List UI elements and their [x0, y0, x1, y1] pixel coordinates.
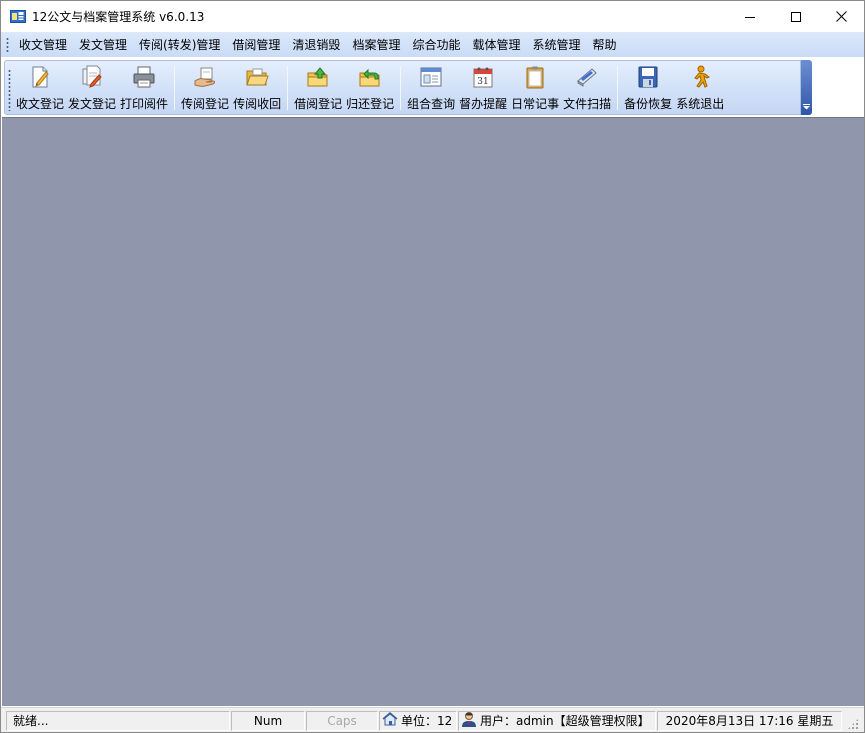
- menu-help[interactable]: 帮助: [587, 34, 623, 56]
- menu-bar: 收文管理 发文管理 传阅(转发)管理 借阅管理 清退销毁 档案管理 综合功能 载…: [1, 32, 864, 57]
- workspace-area[interactable]: [2, 117, 864, 706]
- system-exit-button[interactable]: 系统退出: [674, 61, 726, 114]
- title-bar[interactable]: 12公文与档案管理系统 v6.0.13: [1, 1, 864, 32]
- printer-icon: [133, 66, 155, 88]
- system-exit-label: 系统退出: [676, 97, 725, 111]
- toolbar-separator: [174, 66, 176, 110]
- circulate-recall-button[interactable]: 传阅收回: [231, 61, 283, 114]
- menu-return-destroy[interactable]: 清退销毁: [286, 34, 346, 56]
- toolbar-separator: [400, 66, 402, 110]
- toolbar-separator: [617, 66, 619, 110]
- user-icon: [461, 711, 477, 732]
- menu-send-docs[interactable]: 发文管理: [73, 34, 133, 56]
- maximize-button[interactable]: [773, 1, 819, 32]
- status-datetime-text: 2020年8月13日 17:16 星期五: [665, 714, 834, 728]
- borrow-register-button[interactable]: 借阅登记: [292, 61, 344, 114]
- folder-out-icon: [307, 67, 328, 87]
- return-register-label: 归还登记: [346, 97, 395, 111]
- toolbar-strip: 收文登记 发文登记 打印阅件 传阅登记 传阅收回 借阅登记 归还登记 组合查询 …: [1, 57, 864, 117]
- calendar-icon: 31: [473, 67, 493, 88]
- status-datetime: 2020年8月13日 17:16 星期五: [657, 711, 842, 731]
- close-button[interactable]: [818, 1, 864, 32]
- menu-integrated[interactable]: 综合功能: [406, 34, 466, 56]
- toolbar-grip[interactable]: [8, 69, 11, 111]
- toolbar-separator: [287, 66, 289, 110]
- backup-restore-button[interactable]: 备份恢复: [622, 61, 674, 114]
- print-document-label: 打印阅件: [120, 97, 169, 111]
- menubar-grip[interactable]: [6, 36, 9, 53]
- maximize-icon: [791, 11, 801, 22]
- menu-borrowing[interactable]: 借阅管理: [226, 34, 286, 56]
- folder-return-icon: [359, 68, 380, 87]
- clipboard-icon: [526, 66, 544, 89]
- chevron-down-icon: [803, 104, 810, 110]
- return-register-button[interactable]: 归还登记: [344, 61, 396, 114]
- main-window: 12公文与档案管理系统 v6.0.13 收文管理 发文管理 传阅(转发)管理 借…: [0, 0, 865, 733]
- status-caps: Caps: [306, 711, 378, 731]
- edit-documents-icon: [82, 65, 102, 88]
- status-bar: 就绪... Num Caps 单位：12 用户：admin【超级管理权限】 20…: [1, 707, 864, 732]
- scanner-icon: [577, 68, 597, 87]
- receive-register-button[interactable]: 收文登记: [14, 61, 66, 114]
- app-icon: [10, 9, 26, 24]
- hand-document-icon: [194, 67, 216, 87]
- window-search-icon: [420, 67, 442, 87]
- toolbar-overflow-button[interactable]: [801, 60, 812, 115]
- menu-receive-docs[interactable]: 收文管理: [13, 34, 73, 56]
- close-icon: [835, 11, 847, 22]
- supervision-reminder-label: 督办提醒: [459, 97, 508, 111]
- circulate-register-label: 传阅登记: [181, 97, 230, 111]
- menu-system[interactable]: 系统管理: [526, 34, 586, 56]
- menu-archives[interactable]: 档案管理: [346, 34, 406, 56]
- running-man-icon: [694, 65, 711, 88]
- daily-notes-button[interactable]: 日常记事: [509, 61, 561, 114]
- floppy-disk-icon: [638, 66, 658, 88]
- send-register-label: 发文登记: [68, 97, 117, 111]
- toolbar: 收文登记 发文登记 打印阅件 传阅登记 传阅收回 借阅登记 归还登记 组合查询 …: [4, 60, 801, 115]
- status-user-text: 用户：admin【超级管理权限】: [480, 714, 650, 728]
- circulate-register-button[interactable]: 传阅登记: [179, 61, 231, 114]
- house-icon: [382, 711, 398, 731]
- menu-media[interactable]: 载体管理: [466, 34, 526, 56]
- borrow-register-label: 借阅登记: [294, 97, 343, 111]
- daily-notes-label: 日常记事: [511, 97, 560, 111]
- pencil-document-icon: [32, 66, 49, 88]
- status-unit-text: 单位：12: [401, 714, 453, 728]
- minimize-icon: [745, 16, 755, 18]
- resize-grip[interactable]: [847, 718, 859, 730]
- file-scan-label: 文件扫描: [563, 97, 612, 111]
- svg-text:31: 31: [477, 77, 488, 87]
- open-folder-icon: [246, 68, 269, 86]
- status-num: Num: [231, 711, 305, 731]
- print-document-button[interactable]: 打印阅件: [118, 61, 170, 114]
- send-register-button[interactable]: 发文登记: [66, 61, 118, 114]
- status-num-text: Num: [253, 714, 283, 728]
- status-unit: 单位：12: [379, 711, 457, 731]
- backup-restore-label: 备份恢复: [624, 97, 673, 111]
- menu-circulation[interactable]: 传阅(转发)管理: [133, 34, 226, 56]
- file-scan-button[interactable]: 文件扫描: [561, 61, 613, 114]
- status-ready-text: 就绪...: [13, 714, 49, 728]
- circulate-recall-label: 传阅收回: [233, 97, 282, 111]
- window-title: 12公文与档案管理系统 v6.0.13: [32, 10, 205, 24]
- receive-register-label: 收文登记: [16, 97, 65, 111]
- status-ready: 就绪...: [6, 711, 230, 731]
- combined-query-button[interactable]: 组合查询: [405, 61, 457, 114]
- combined-query-label: 组合查询: [407, 97, 456, 111]
- status-caps-text: Caps: [327, 714, 357, 728]
- status-user: 用户：admin【超级管理权限】: [458, 711, 656, 731]
- minimize-button[interactable]: [727, 1, 773, 32]
- supervision-reminder-button[interactable]: 31 督办提醒: [457, 61, 509, 114]
